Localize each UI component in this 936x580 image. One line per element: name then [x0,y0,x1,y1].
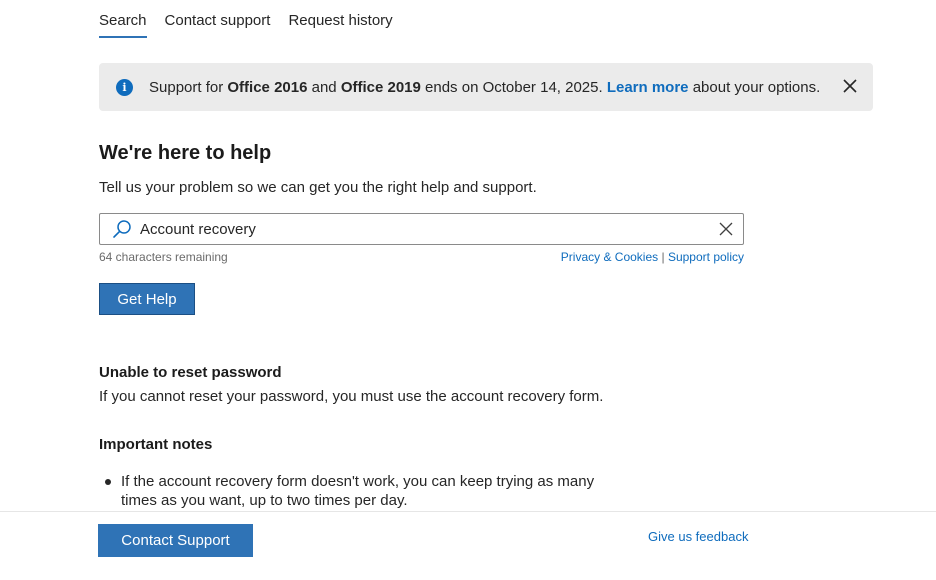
learn-more-link[interactable]: Learn more [607,79,689,96]
clear-search-icon[interactable] [719,222,733,236]
contact-support-button[interactable]: Contact Support [98,524,253,557]
legal-links: Privacy & Cookies | Support policy [560,250,744,264]
search-input[interactable] [140,220,700,238]
privacy-cookies-link[interactable]: Privacy & Cookies [561,250,658,264]
page-title: We're here to help [99,142,272,164]
footer-bar: Contact Support Give us feedback [0,511,936,580]
tab-request-history[interactable]: Request history [288,0,392,38]
notice-banner: i Support for Office 2016 and Office 201… [99,63,873,111]
search-icon [113,220,131,238]
support-policy-link[interactable]: Support policy [668,250,744,264]
close-icon[interactable] [841,77,859,95]
notes-list: If the account recovery form doesn't wor… [99,472,619,510]
tab-search[interactable]: Search [99,0,147,38]
banner-message: Support for Office 2016 and Office 2019 … [149,78,821,96]
tab-contact-support[interactable]: Contact support [165,0,271,38]
characters-remaining: 64 characters remaining [99,250,228,264]
notes-title: Important notes [99,436,213,453]
tab-bar: Search Contact support Request history [99,0,411,40]
get-help-button[interactable]: Get Help [99,283,195,315]
info-icon: i [116,78,133,96]
list-item: If the account recovery form doesn't wor… [99,472,619,510]
give-feedback-link[interactable]: Give us feedback [648,529,748,544]
search-box [99,213,744,245]
page-subtitle: Tell us your problem so we can get you t… [99,179,537,196]
result-title: Unable to reset password [99,364,282,381]
result-text: If you cannot reset your password, you m… [99,388,604,405]
